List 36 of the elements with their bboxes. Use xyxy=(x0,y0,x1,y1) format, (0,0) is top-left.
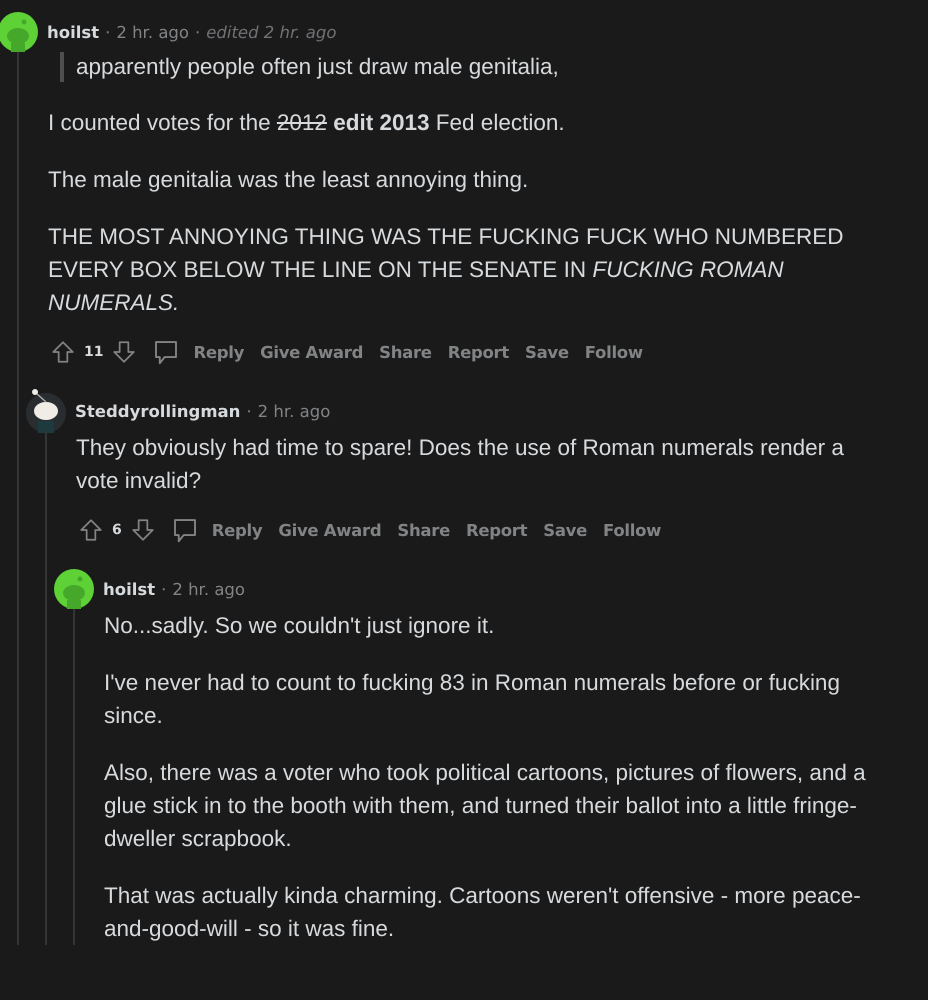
username[interactable]: Steddyrollingman xyxy=(75,402,240,420)
vote-count: 11 xyxy=(83,344,104,360)
quote-text: apparently people often just draw male genitalia, xyxy=(60,52,908,82)
avatar-icon xyxy=(54,569,94,609)
avatar-icon xyxy=(0,12,38,52)
comment-text: I've never had to count to fucking 83 in Roman numerals before or fucking since. xyxy=(104,669,841,730)
action-button[interactable]: Share xyxy=(391,516,456,544)
timestamp: 2 hr. ago xyxy=(172,580,245,598)
action-button[interactable]: Share xyxy=(373,338,438,366)
comment-text: I counted votes for the 2012 edit 2013 Fed election. xyxy=(48,109,566,137)
action-button[interactable]: Report xyxy=(460,516,534,544)
action-button[interactable]: Save xyxy=(537,516,594,544)
action-button[interactable]: Reply xyxy=(187,338,250,366)
comment-text: They obviously had time to spare! Does the use of Roman numerals render a vote invalid? xyxy=(76,434,845,495)
action-button[interactable]: Reply xyxy=(206,516,268,544)
comment-text: No...sadly. So we couldn't just ignore it. xyxy=(104,612,496,640)
separator-dot: · xyxy=(246,402,252,420)
edited-label: edited 2 hr. ago xyxy=(206,22,336,42)
action-button[interactable]: Save xyxy=(518,338,575,366)
comment-text: Also, there was a voter who took political cartoons, pictures of flowers, and a glue stick in to the booth with them, and turned their ballot into a little fringe-dweller scrapbook. xyxy=(104,759,867,853)
username[interactable]: hoilst xyxy=(47,22,100,42)
comment-text: That was actually kinda charming. Cartoons weren't offensive - more peace-and-good-will - so it was fine. xyxy=(104,882,862,943)
timestamp: 2 hr. ago xyxy=(116,22,189,42)
comment-text: The male genitalia was the least annoying thing. xyxy=(48,166,530,194)
timestamp: 2 hr. ago xyxy=(258,402,330,420)
vote-count: 6 xyxy=(111,522,123,538)
action-button[interactable]: Follow xyxy=(578,338,649,366)
action-button[interactable]: Give Award xyxy=(272,516,388,544)
action-button[interactable]: Follow xyxy=(597,516,668,544)
action-button[interactable]: Report xyxy=(442,338,515,366)
separator-dot: · xyxy=(105,22,110,42)
username[interactable]: hoilst xyxy=(103,580,156,598)
action-button[interactable]: Give Award xyxy=(254,338,370,366)
separator-dot: · xyxy=(161,580,166,598)
separator-dot: · xyxy=(195,22,200,42)
comment-text: THE MOST ANNOYING THING WAS THE FUCKING FUCK WHO NUMBERED EVERY BOX BELOW THE LINE ON THE SENATE IN FUCKING ROMAN NUMERALS. xyxy=(48,223,844,317)
